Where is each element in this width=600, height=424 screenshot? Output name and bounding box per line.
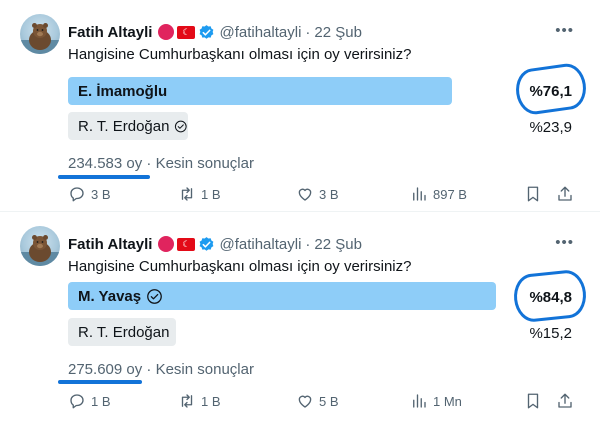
tweet[interactable]: Fatih Altayli ☾ @fatihaltayli · 22 Şub •…: [0, 212, 600, 424]
poll-status: Kesin sonuçlar: [155, 361, 254, 378]
views-button[interactable]: 1 Mn: [410, 392, 462, 410]
retweet-button[interactable]: 1 B: [178, 392, 221, 410]
separator-dot: ·: [146, 155, 156, 172]
annotation-underline: [58, 380, 142, 384]
views-count: 897 B: [433, 186, 467, 202]
avatar[interactable]: [20, 14, 60, 54]
author-handle[interactable]: @fatihaltayli: [219, 236, 301, 253]
turkish-flag-icon: ☾: [177, 25, 196, 39]
more-icon[interactable]: •••: [555, 22, 574, 39]
separator-dot: ·: [305, 23, 311, 41]
red-circle-icon: [158, 236, 175, 252]
share-button[interactable]: [556, 392, 579, 410]
tweet-actions: 3 B 1 B 3 B 897 B: [68, 185, 578, 205]
verified-badge-icon: [200, 24, 214, 39]
bookmark-icon: [527, 186, 539, 202]
tweet[interactable]: Fatih Altayli ☾ @fatihaltayli · 22 Şub •…: [0, 0, 600, 212]
bear-avatar-icon: [20, 23, 60, 54]
bookmark-button[interactable]: [524, 392, 547, 410]
tweet-date[interactable]: 22 Şub: [314, 24, 362, 41]
retweet-icon: [181, 187, 193, 201]
annotation-circle: [513, 61, 589, 117]
poll-option: R. T. Erdoğan: [68, 112, 188, 140]
views-icon: [413, 187, 426, 201]
turkish-flag-icon: ☾: [177, 237, 196, 251]
author-name[interactable]: Fatih Altayli: [68, 236, 152, 253]
share-button[interactable]: [556, 185, 579, 203]
bookmark-button[interactable]: [524, 185, 547, 203]
poll-option-label: M. Yavaş: [78, 287, 142, 305]
views-icon: [413, 394, 426, 408]
more-icon[interactable]: •••: [555, 234, 574, 251]
poll-question: Hangisine Cumhurbaşkanı olması için oy v…: [68, 46, 412, 63]
reply-button[interactable]: 3 B: [68, 185, 111, 203]
retweet-count: 1 B: [201, 186, 221, 202]
reply-icon: [70, 394, 84, 409]
poll-footer: 275.609 oy · Kesin sonuçlar: [68, 361, 254, 378]
poll-option: R. T. Erdoğan: [68, 318, 176, 346]
retweet-count: 1 B: [201, 393, 221, 409]
separator-dot: ·: [146, 361, 156, 378]
tweet-header: Fatih Altayli ☾ @fatihaltayli · 22 Şub: [68, 21, 362, 43]
like-button[interactable]: 5 B: [296, 392, 339, 410]
views-button[interactable]: 897 B: [410, 185, 467, 203]
reply-count: 1 B: [91, 393, 111, 409]
retweet-icon: [181, 394, 193, 408]
tweet-actions: 1 B 1 B 5 B 1 Mn: [68, 392, 578, 412]
poll-option-label: E. İmamoğlu: [78, 82, 168, 100]
author-name[interactable]: Fatih Altayli: [68, 24, 152, 41]
like-icon: [298, 395, 312, 408]
like-icon: [298, 188, 312, 201]
poll-question: Hangisine Cumhurbaşkanı olması için oy v…: [68, 258, 412, 275]
vote-count: 234.583 oy: [68, 155, 143, 172]
annotation-underline: [58, 175, 150, 179]
check-circle-icon: [147, 288, 162, 304]
poll-footer: 234.583 oy · Kesin sonuçlar: [68, 155, 254, 172]
poll-status: Kesin sonuçlar: [155, 155, 254, 172]
poll-option-winner: M. Yavaş: [68, 282, 496, 310]
reply-icon: [70, 187, 84, 202]
author-handle[interactable]: @fatihaltayli: [219, 24, 301, 41]
poll-option-percent: %23,9: [529, 119, 572, 136]
poll-option-label: R. T. Erdoğan: [78, 323, 170, 341]
separator-dot: ·: [305, 235, 311, 253]
poll-option-winner: E. İmamoğlu: [68, 77, 452, 105]
retweet-button[interactable]: 1 B: [178, 185, 221, 203]
share-icon: [558, 186, 572, 201]
tweet-header: Fatih Altayli ☾ @fatihaltayli · 22 Şub: [68, 233, 362, 255]
poll-option-label: R. T. Erdoğan: [78, 117, 170, 135]
red-circle-icon: [158, 24, 175, 40]
annotation-circle: [511, 268, 589, 324]
like-count: 3 B: [319, 186, 339, 202]
reply-count: 3 B: [91, 186, 111, 202]
vote-count: 275.609 oy: [68, 361, 143, 378]
verified-badge-icon: [200, 236, 214, 251]
like-button[interactable]: 3 B: [296, 185, 339, 203]
reply-button[interactable]: 1 B: [68, 392, 111, 410]
avatar[interactable]: [20, 226, 60, 266]
bear-avatar-icon: [20, 235, 60, 266]
like-count: 5 B: [319, 393, 339, 409]
check-circle-icon: [175, 120, 188, 132]
poll-option-percent: %15,2: [529, 325, 572, 342]
tweet-date[interactable]: 22 Şub: [314, 236, 362, 253]
bookmark-icon: [527, 393, 539, 409]
views-count: 1 Mn: [433, 393, 462, 409]
share-icon: [558, 393, 572, 408]
